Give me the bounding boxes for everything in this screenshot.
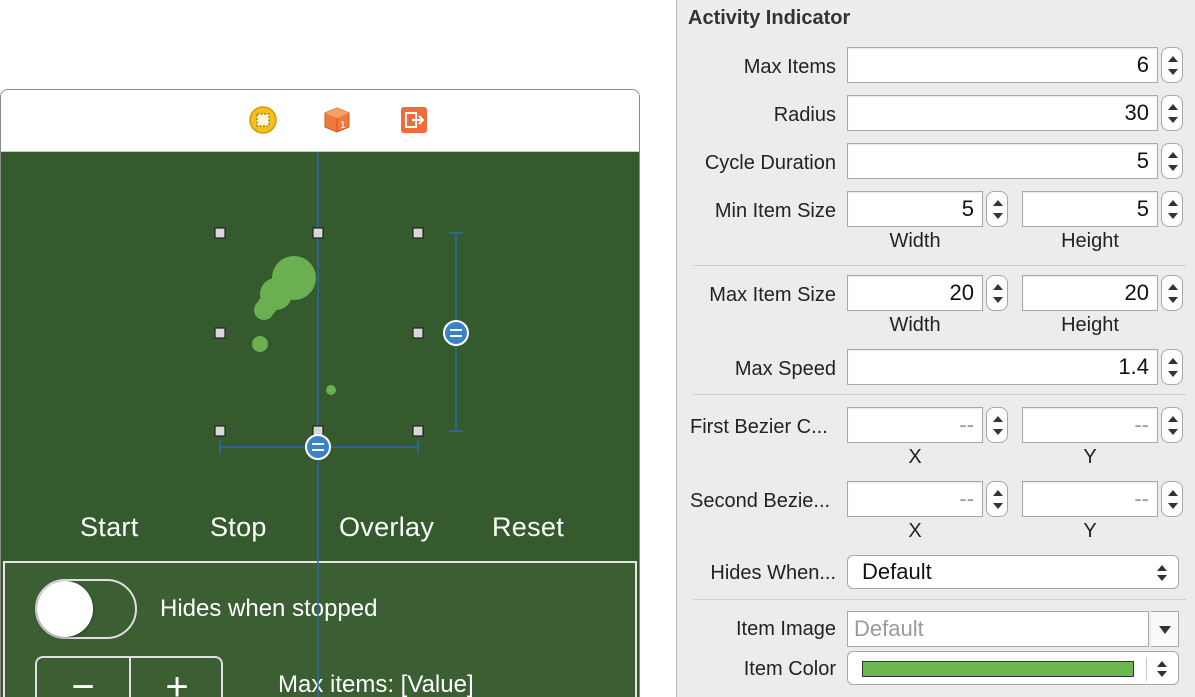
second-bezier-x-stepper[interactable] (986, 481, 1008, 517)
max-item-width-field[interactable]: 20 (847, 275, 983, 311)
min-item-height-caption: Height (1061, 230, 1119, 252)
item-image-dropdown-button[interactable] (1151, 611, 1179, 647)
max-speed-field[interactable]: 1.4 (847, 349, 1158, 385)
max-items-field[interactable]: 6 (847, 47, 1158, 83)
editor-overlay (214, 152, 469, 697)
max-items-label: Max Items (743, 56, 836, 78)
item-image-field[interactable]: Default (847, 611, 1149, 647)
hides-when-value: Default (862, 559, 932, 584)
min-item-height-field[interactable]: 5 (1022, 191, 1158, 227)
max-item-width-caption: Width (889, 314, 941, 336)
cycle-duration-stepper[interactable] (1161, 143, 1183, 179)
max-speed-label: Max Speed (734, 358, 836, 380)
radius-label: Radius (773, 104, 836, 126)
hides-when-label: Hides When... (710, 562, 836, 584)
min-item-size-label: Min Item Size (714, 200, 836, 222)
resize-handle (214, 327, 226, 339)
max-item-size-label: Max Item Size (709, 284, 836, 306)
cycle-duration-label: Cycle Duration (704, 152, 836, 174)
min-item-height-stepper[interactable] (1161, 191, 1183, 227)
resize-handle (412, 227, 424, 239)
section-divider (693, 265, 1186, 266)
equal-constraint-badge-right (443, 320, 469, 346)
first-bezier-x-stepper[interactable] (986, 407, 1008, 443)
resize-handle (412, 327, 424, 339)
max-item-width-stepper[interactable] (986, 275, 1008, 311)
first-bezier-label: First Bezier C... (690, 416, 828, 438)
inspector-section-title: Activity Indicator (688, 7, 851, 29)
min-item-width-field[interactable]: 5 (847, 191, 983, 227)
second-bezier-x-field[interactable]: -- (847, 481, 983, 517)
max-item-height-stepper[interactable] (1161, 275, 1183, 311)
popup-arrows-icon (1156, 563, 1168, 583)
first-bezier-x-caption: X (908, 446, 922, 468)
first-bezier-y-caption: Y (1083, 446, 1097, 468)
color-well-separator (1146, 657, 1147, 681)
resize-handle (312, 227, 324, 239)
indicator-dot (252, 336, 268, 352)
indicator-dot (326, 385, 336, 395)
max-items-stepper[interactable] (1161, 47, 1183, 83)
resize-handle (214, 227, 226, 239)
second-bezier-y-stepper[interactable] (1161, 481, 1183, 517)
hides-when-popup[interactable]: Default (847, 555, 1179, 589)
indicator-dot (254, 300, 274, 320)
section-divider (693, 599, 1186, 600)
cycle-duration-field[interactable]: 5 (847, 143, 1158, 179)
second-bezier-y-field[interactable]: -- (1022, 481, 1158, 517)
second-bezier-label: Second Bezie... (690, 490, 831, 512)
first-bezier-y-field[interactable]: -- (1022, 407, 1158, 443)
resize-handle (412, 425, 424, 437)
storyboard-canvas: 1 Start Stop Overlay Reset Hides when st… (0, 0, 676, 697)
min-item-width-caption: Width (889, 230, 941, 252)
second-bezier-y-caption: Y (1083, 520, 1097, 542)
section-divider (693, 394, 1186, 395)
item-image-label: Item Image (735, 618, 836, 640)
activity-indicator-dots (252, 256, 336, 395)
item-color-well[interactable] (847, 651, 1179, 685)
max-speed-stepper[interactable] (1161, 349, 1183, 385)
max-item-height-field[interactable]: 20 (1022, 275, 1158, 311)
equal-constraint-badge-bottom (305, 434, 331, 460)
first-bezier-y-stepper[interactable] (1161, 407, 1183, 443)
radius-field[interactable]: 30 (847, 95, 1158, 131)
second-bezier-x-caption: X (908, 520, 922, 542)
min-item-width-stepper[interactable] (986, 191, 1008, 227)
selection-handles (214, 227, 424, 437)
popup-arrows-icon (1156, 659, 1168, 679)
item-image-combobox[interactable]: Default (847, 611, 1179, 647)
item-color-swatch (862, 661, 1134, 677)
first-bezier-x-field[interactable]: -- (847, 407, 983, 443)
resize-handle (214, 425, 226, 437)
item-color-label: Item Color (743, 658, 836, 680)
max-item-height-caption: Height (1061, 314, 1119, 336)
radius-stepper[interactable] (1161, 95, 1183, 131)
attributes-inspector: Activity Indicator Max Items 6 Radius 30… (676, 0, 1195, 697)
